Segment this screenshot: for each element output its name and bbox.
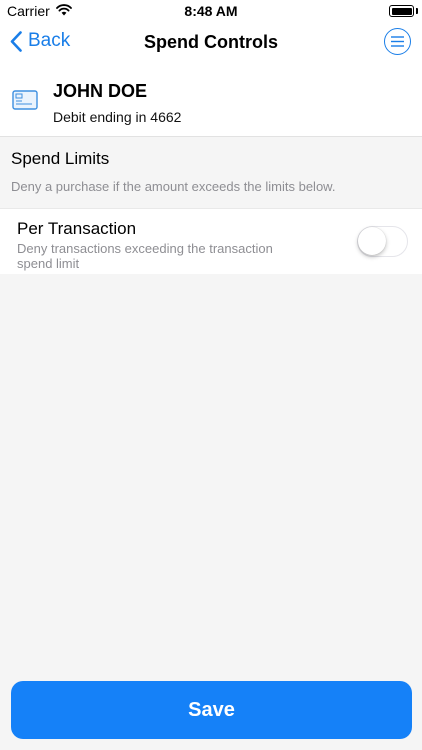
status-bar: Carrier 8:48 AM	[0, 0, 422, 22]
menu-icon	[391, 36, 404, 47]
navigation-bar: Back Spend Controls	[0, 22, 422, 64]
save-button[interactable]: Save	[11, 681, 412, 739]
card-header: JOHN DOE Debit ending in 4662	[0, 64, 422, 137]
spend-limits-heading: Spend Limits	[11, 149, 110, 168]
toggle-knob	[358, 227, 386, 255]
page-title: Spend Controls	[144, 32, 278, 52]
per-transaction-toggle[interactable]	[357, 226, 408, 257]
per-transaction-row: Per Transaction Deny transactions exceed…	[0, 208, 422, 274]
status-time: 8:48 AM	[184, 3, 238, 19]
spend-controls-screen: Carrier 8:48 AM Back Spend Controls JOHN…	[0, 0, 422, 750]
battery-icon	[389, 5, 414, 17]
menu-button[interactable]	[384, 28, 411, 55]
per-transaction-description: Deny transactions exceeding the transact…	[17, 241, 273, 271]
battery-tip	[416, 8, 418, 14]
credit-card-icon	[12, 90, 38, 115]
card-holder-name: JOHN DOE	[53, 81, 148, 101]
card-subtitle: Debit ending in 4662	[53, 109, 182, 125]
per-transaction-label: Per Transaction	[17, 219, 137, 238]
spend-limits-description: Deny a purchase if the amount exceeds th…	[11, 179, 336, 194]
